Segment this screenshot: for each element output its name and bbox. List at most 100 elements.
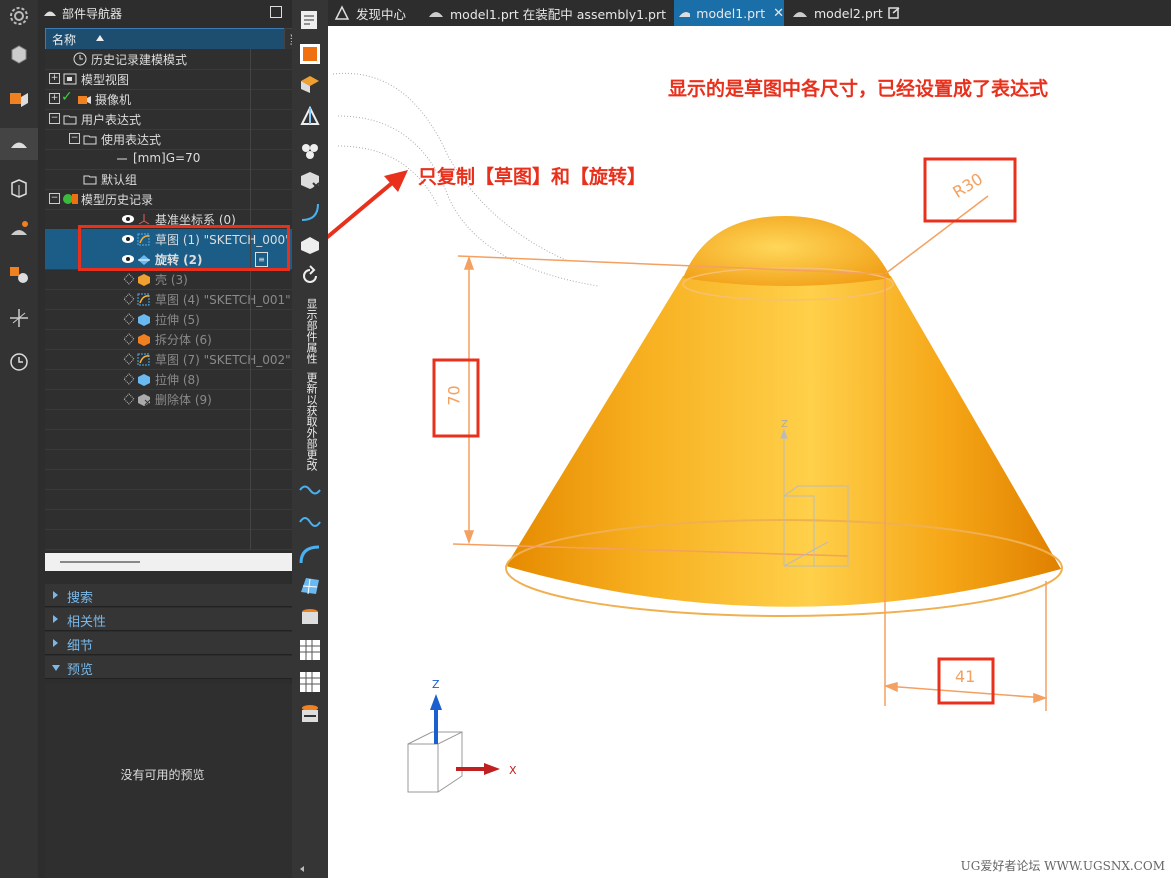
assembly-navigator-icon[interactable] xyxy=(7,86,31,110)
part-navigator-icon[interactable] xyxy=(0,128,38,160)
height-dim-label[interactable]: 70 xyxy=(445,385,464,405)
tree-row[interactable]: 壳 (3) xyxy=(45,269,320,290)
preview-panel: 没有可用的预览 xyxy=(45,684,320,878)
wave-curve-icon[interactable] xyxy=(298,478,322,502)
tree-row[interactable]: [mm]G=70 xyxy=(45,149,320,170)
hidden-diamond-icon[interactable] xyxy=(123,273,135,285)
visibility-eye-icon[interactable] xyxy=(121,233,135,245)
tab-model2[interactable]: model2.prt xyxy=(788,0,908,26)
update-external-changes-label[interactable]: 更新以获取外部更改 xyxy=(303,372,319,471)
datum-icon[interactable] xyxy=(298,104,322,128)
feature-split-icon xyxy=(138,334,150,346)
tree-row[interactable]: 拉伸 (5) xyxy=(45,309,320,330)
scroll-thumb[interactable] xyxy=(60,561,140,563)
roles-icon[interactable] xyxy=(7,306,31,330)
tree-item-label: 模型视图 xyxy=(81,73,130,87)
column-header-name[interactable]: 名称 xyxy=(45,28,285,50)
detail-view-icon[interactable] xyxy=(298,8,322,32)
graphics-window[interactable]: 显示的是草图中各尺寸，已经设置成了表达式 只复制【草图】和【旋转】 R30 70… xyxy=(328,26,1171,878)
tree-row[interactable]: − 模型历史记录 xyxy=(45,189,320,210)
section-dependencies[interactable]: 相关性 xyxy=(45,608,320,631)
column-separator xyxy=(250,449,251,469)
model-canvas[interactable] xyxy=(328,26,1171,878)
collapse-toggle-icon[interactable]: − xyxy=(49,193,60,204)
section-preview[interactable]: 预览 xyxy=(45,656,320,679)
column-separator xyxy=(250,509,251,529)
tab-model1-in-assembly[interactable]: model1.prt 在装配中 assembly1.prt xyxy=(424,0,670,26)
tree-row[interactable]: 基准坐标系 (0) xyxy=(45,209,320,230)
constraint-navigator-icon[interactable] xyxy=(7,218,31,242)
tree-row[interactable]: 拉伸 (8) xyxy=(45,369,320,390)
tree-item-label: 拉伸 (8) xyxy=(155,373,200,387)
delete-body-icon[interactable] xyxy=(298,168,322,192)
part-icon xyxy=(679,12,691,17)
tab-discover[interactable]: 发现中心 xyxy=(330,0,420,26)
tree-row[interactable]: 拆分体 (6) xyxy=(45,329,320,350)
hidden-diamond-icon[interactable] xyxy=(123,313,135,325)
cone-dome[interactable] xyxy=(683,216,891,286)
assembly-constraint-icon[interactable] xyxy=(7,262,31,286)
reuse-library-icon[interactable] xyxy=(7,176,31,200)
maximize-icon[interactable] xyxy=(270,6,282,18)
tree-row[interactable]: 旋转 (2) ≡ xyxy=(45,249,320,270)
extrude-icon[interactable] xyxy=(298,232,322,256)
collapse-strip-icon[interactable] xyxy=(300,866,304,872)
discover-icon xyxy=(334,5,350,20)
feature-extrude-icon xyxy=(138,374,150,386)
expand-toggle-icon[interactable]: + xyxy=(49,73,60,84)
tree-row[interactable]: 默认组 xyxy=(45,169,320,190)
collapse-toggle-icon[interactable]: − xyxy=(49,113,60,124)
spline-icon[interactable] xyxy=(298,508,322,532)
expand-icon xyxy=(53,639,58,647)
column-separator xyxy=(250,489,251,509)
no-preview-text: 没有可用的预览 xyxy=(120,768,205,782)
column-separator xyxy=(250,429,251,449)
visibility-eye-icon[interactable] xyxy=(121,253,135,265)
section-details[interactable]: 细节 xyxy=(45,632,320,655)
spreadsheet-icon[interactable] xyxy=(298,638,322,662)
column-separator xyxy=(250,169,251,189)
hidden-diamond-icon[interactable] xyxy=(123,373,135,385)
visibility-eye-icon[interactable] xyxy=(121,213,135,225)
surface-curve-icon[interactable] xyxy=(298,542,322,566)
tree-row[interactable]: 历史记录建模模式 xyxy=(45,49,320,70)
hidden-diamond-icon[interactable] xyxy=(123,293,135,305)
tree-item-label: 用户表达式 xyxy=(81,113,142,127)
part-icon[interactable] xyxy=(7,42,31,66)
tree-row[interactable]: + ✓ 摄像机 xyxy=(45,89,320,110)
show-body-icon[interactable] xyxy=(298,42,322,66)
header-annotation: 显示的是草图中各尺寸，已经设置成了表达式 xyxy=(668,78,1049,100)
tab-model1[interactable]: model1.prt ✕ xyxy=(674,0,784,26)
tree-row[interactable]: − 用户表达式 xyxy=(45,109,320,130)
close-icon[interactable]: ✕ xyxy=(773,6,784,21)
curve-icon[interactable] xyxy=(298,200,322,224)
show-part-attributes-label[interactable]: 显示部件属性 xyxy=(303,298,319,364)
tree-row[interactable]: 删除体 (9) xyxy=(45,389,320,410)
horizontal-scrollbar[interactable] xyxy=(45,553,320,571)
tree-row[interactable]: 草图 (7) "SKETCH_002" xyxy=(45,349,320,370)
history-clock-icon[interactable] xyxy=(7,350,31,374)
expand-toggle-icon[interactable]: + xyxy=(49,93,60,104)
tree-row[interactable]: − 使用表达式 xyxy=(45,129,320,150)
section-search[interactable]: 搜索 xyxy=(45,584,320,607)
width-dim-label[interactable]: 41 xyxy=(955,667,975,686)
mesh-surface-icon[interactable] xyxy=(298,574,322,598)
tree-row[interactable]: 草图 (1) "SKETCH_000" xyxy=(45,229,320,250)
gear-icon[interactable] xyxy=(7,4,31,28)
database-icon[interactable] xyxy=(298,606,322,630)
refresh-icon[interactable] xyxy=(298,264,322,288)
feature-history-icon xyxy=(63,194,78,204)
part-tools-icon[interactable] xyxy=(298,72,322,96)
column-separator xyxy=(250,69,251,89)
wcs-z-label: Z xyxy=(781,419,788,430)
hidden-diamond-icon[interactable] xyxy=(123,333,135,345)
tree-row[interactable]: 草图 (4) "SKETCH_001" xyxy=(45,289,320,310)
table-icon[interactable] xyxy=(298,670,322,694)
hidden-diamond-icon[interactable] xyxy=(123,353,135,365)
collapse-toggle-icon[interactable]: − xyxy=(69,133,80,144)
pattern-icon[interactable] xyxy=(298,136,322,160)
compare-icon[interactable] xyxy=(298,702,322,726)
tree-row[interactable]: + 模型视图 xyxy=(45,69,320,90)
hidden-diamond-icon[interactable] xyxy=(123,393,135,405)
column-separator xyxy=(250,249,251,269)
